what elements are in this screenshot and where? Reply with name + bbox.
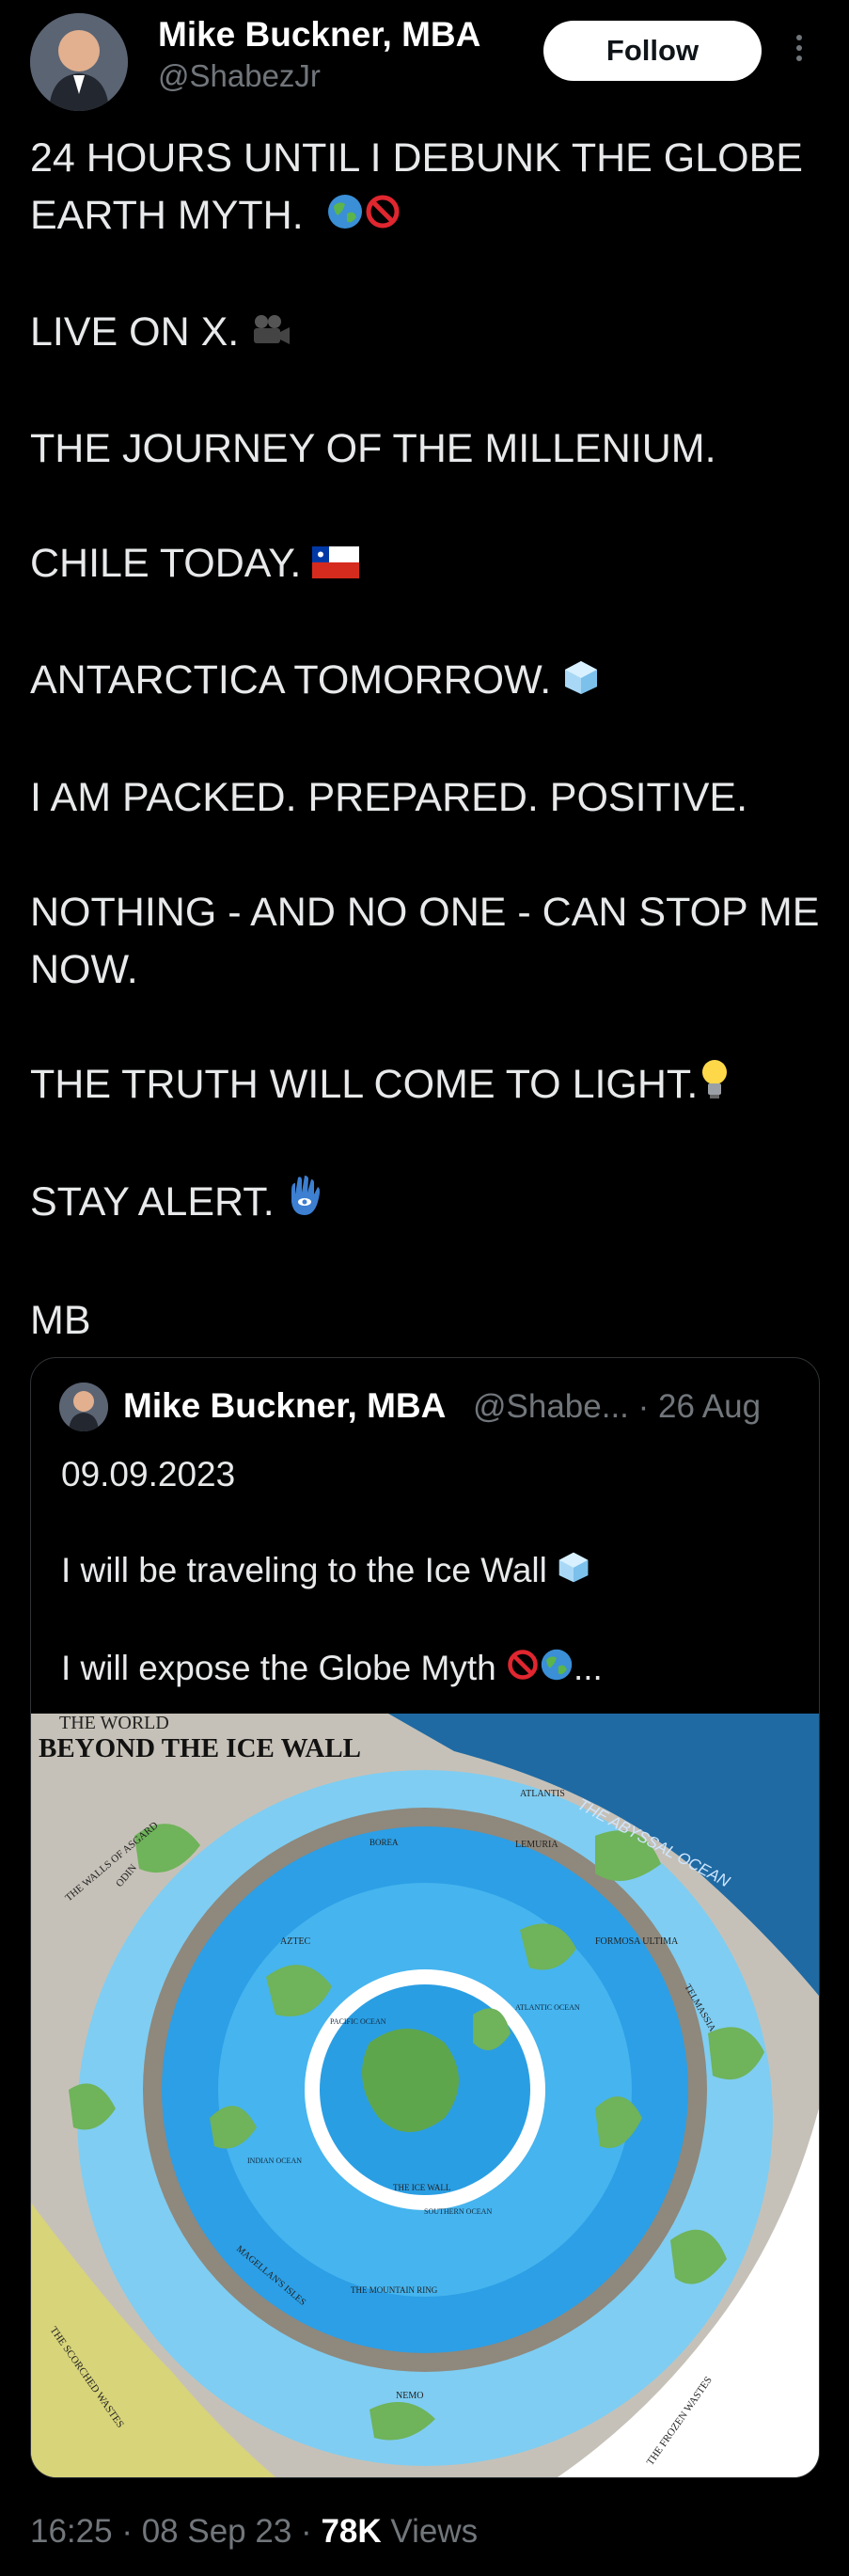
post-paragraph: CHILE TODAY. [30,535,829,594]
map-label: NEMO [396,2391,423,2401]
quoted-line: 09.09.2023 [61,1455,236,1493]
movie-camera-emoji-icon [250,306,291,363]
post-paragraph: ANTARCTICA TOMORROW. [30,652,829,711]
map-title: BEYOND THE ICE WALL [39,1733,361,1763]
views-count: 78K [321,2513,382,2550]
hamsa-emoji-icon [286,1174,323,1235]
map-title-small: THE WORLD [59,1714,169,1733]
author-avatar[interactable] [30,13,128,111]
prohibited-emoji-icon [506,1646,540,1695]
post-paragraph: I AM PACKED. PREPARED. POSITIVE. [30,774,748,820]
prohibited-emoji-icon [364,189,401,246]
more-options-icon[interactable] [788,30,810,71]
quoted-meta: @Shabe... · 26 Aug [473,1388,762,1425]
post-paragraph: NOTHING - AND NO ONE - CAN STOP ME NOW. [30,889,831,992]
quoted-line: I will expose the Globe Myth ... [61,1644,794,1695]
map-label: PACIFIC OCEAN [330,2017,386,2026]
quoted-text: 09.09.2023 I will be traveling to the Ic… [61,1450,794,1742]
quoted-date: 26 Aug [658,1388,762,1425]
quoted-map-image[interactable]: THE WORLD BEYOND THE ICE WALL THE ABYSSA… [31,1714,819,2477]
post-paragraph: STAY ALERT. [30,1174,829,1235]
post-paragraph: THE TRUTH WILL COME TO LIGHT. [30,1056,829,1116]
author-name[interactable]: Mike Buckner, MBA [158,15,480,55]
follow-button[interactable]: Follow [543,21,762,81]
globe-emoji-icon [326,189,364,246]
map-label: SOUTHERN OCEAN [424,2207,492,2216]
post-text: 24 HOURS UNTIL I DEBUNK THE GLOBE EARTH … [30,130,829,1350]
map-label: THE MOUNTAIN RING [351,2285,438,2295]
quoted-handle: @Shabe... [473,1388,629,1425]
post-footer: 16:25 · 08 Sep 23 · 78K Views [30,2513,479,2550]
ice-cube-emoji-icon [557,1548,590,1597]
views-label: Views [390,2513,479,2550]
map-label: THE ICE WALL [393,2183,450,2192]
map-label: INDIAN OCEAN [247,2157,302,2165]
quoted-author-avatar [59,1383,108,1431]
post-time[interactable]: 16:25 [30,2513,113,2550]
map-label: ATLANTIS [520,1789,565,1799]
post-paragraph: 24 HOURS UNTIL I DEBUNK THE GLOBE EARTH … [30,130,829,246]
post-date[interactable]: 08 Sep 23 [142,2513,292,2550]
map-label: LEMURIA [515,1840,558,1850]
light-bulb-emoji-icon [698,1057,731,1116]
post-paragraph: LIVE ON X. [30,304,829,363]
map-label: AZTEC [280,1936,311,1947]
map-label: ATLANTIC OCEAN [515,2003,580,2012]
post-paragraph: THE JOURNEY OF THE MILLENIUM. [30,426,716,472]
post-paragraph: MB [30,1297,91,1343]
quoted-line: I will be traveling to the Ice Wall [61,1546,794,1597]
quoted-author-name: Mike Buckner, MBA [123,1386,447,1425]
map-label: BOREA [369,1838,399,1847]
map-label: FORMOSA ULTIMA [595,1936,679,1947]
globe-emoji-icon [540,1646,574,1695]
chile-flag-icon [312,537,360,594]
author-handle[interactable]: @ShabezJr [158,58,321,94]
post-header: Mike Buckner, MBA @ShabezJr Follow [0,0,849,122]
ice-cube-emoji-icon [562,655,600,712]
quoted-post[interactable]: Mike Buckner, MBA @Shabe... · 26 Aug 09.… [30,1357,820,2478]
